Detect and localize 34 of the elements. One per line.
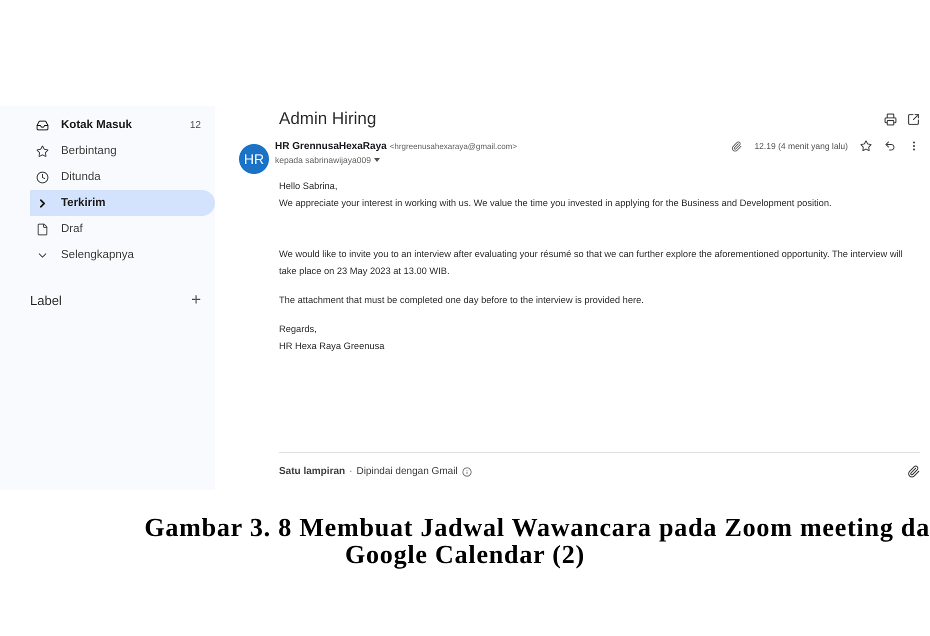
caption-line: Google Calendar (2)	[344, 541, 586, 568]
document-icon	[36, 222, 49, 236]
reply-icon[interactable]	[884, 140, 896, 152]
sidebar-item[interactable]: Kotak Masuk 12	[30, 112, 215, 138]
label-heading: Label	[30, 292, 62, 308]
avatar: HR	[239, 144, 269, 174]
print-icon[interactable]	[884, 112, 897, 126]
email-paragraph: We appreciate your interest in working with us. We value the time you invested in applying for the Business and Development position.	[279, 197, 833, 210]
star-icon[interactable]	[860, 140, 872, 152]
scan-note: Dipindai dengan Gmail	[356, 466, 458, 477]
recipient-dropdown[interactable]: kepada sabrinawijaya009	[275, 155, 380, 165]
email-paragraph: Regards, HR Hexa Raya Greenusa	[279, 323, 386, 353]
external-link-icon[interactable]	[907, 112, 920, 126]
separator-dot: ·	[349, 466, 352, 477]
inbox-icon	[36, 118, 49, 132]
sidebar-item[interactable]: Terkirim	[30, 190, 215, 216]
email-paragraph: The attachment that must be completed one day before to the interview is provided here.	[279, 294, 645, 307]
sender-name: HR GrennusaHexaRaya <hrgreenusahexaraya@gmail.com>	[275, 140, 518, 152]
email-subject: Admin Hiring	[279, 109, 376, 129]
add-label-button[interactable]: +	[191, 290, 201, 310]
email-paragraph: Hello Sabrina,	[279, 180, 338, 193]
clock-icon	[36, 170, 49, 184]
paperclip-icon	[731, 140, 742, 152]
attachment-title: Satu lampiran	[279, 466, 346, 477]
email-paragraph: We would like to invite you to an interview after evaluating your résumé so that we can further explore the aforementioned opportunity. The interview will take place on 23 May 2023 at 13.00 WIB.	[279, 248, 904, 278]
email-time: 12.19 (4 menit yang lalu)	[754, 141, 848, 151]
sidebar-item[interactable]: Berbintang	[30, 138, 215, 164]
sidebar-item[interactable]: Ditunda	[30, 164, 215, 190]
star-icon	[36, 144, 49, 158]
info-icon	[462, 466, 472, 476]
sidebar-item[interactable]: Selengkapnya	[30, 242, 215, 268]
caret-icon	[374, 158, 380, 162]
sidebar-item[interactable]: Draf	[30, 216, 215, 242]
caption-line: Gambar 3. 8 Membuat Jadwal Wawancara pada Zoom meeting da	[144, 514, 930, 541]
